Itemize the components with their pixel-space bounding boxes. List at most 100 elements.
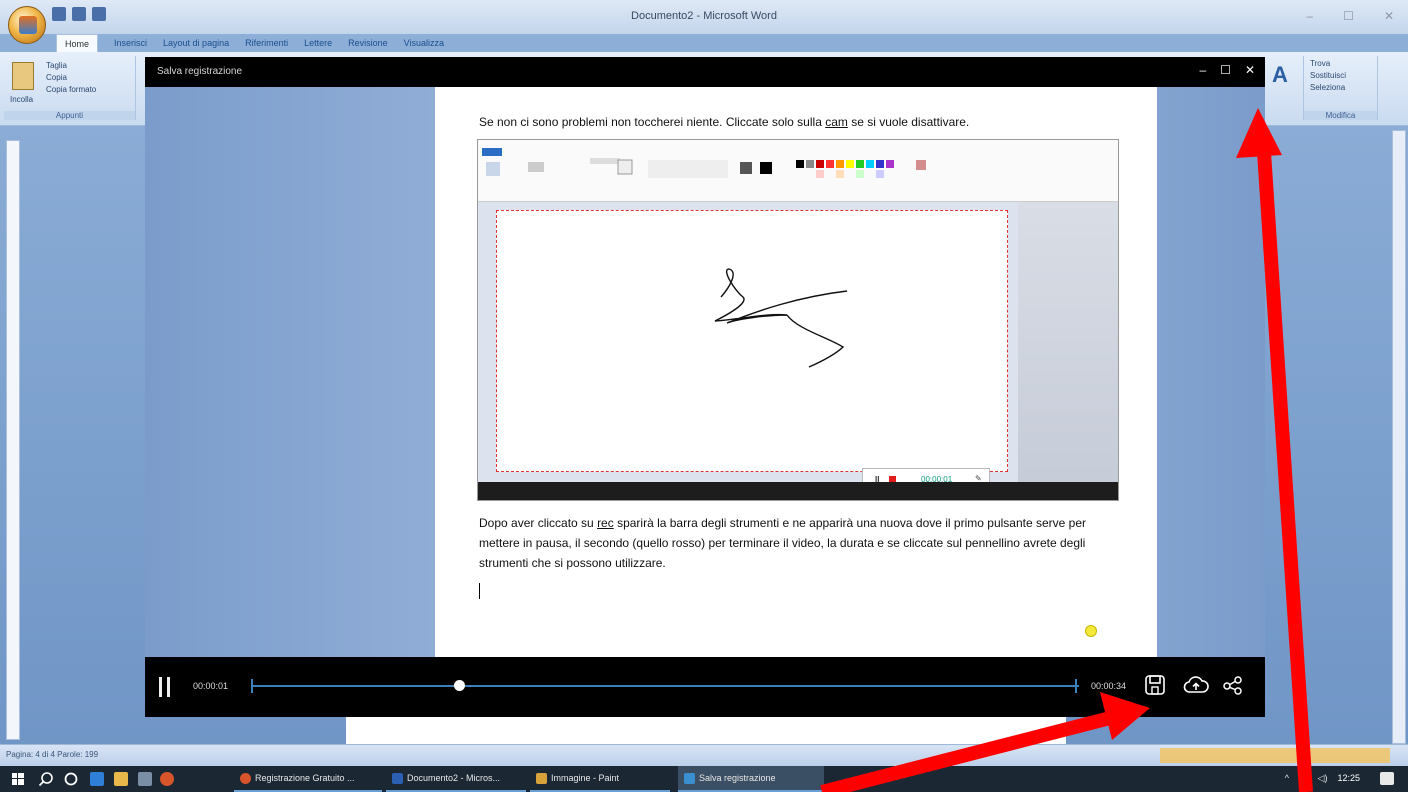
firefox-icon bbox=[240, 772, 251, 784]
app-label: Salva registrazione bbox=[699, 773, 776, 783]
close-button[interactable]: ✕ bbox=[1245, 63, 1255, 77]
trim-end-handle[interactable] bbox=[1075, 679, 1077, 693]
cut-button[interactable]: Taglia bbox=[46, 61, 67, 70]
tray-chevron-icon[interactable]: ^ bbox=[1285, 773, 1289, 784]
view-zoom-controls[interactable] bbox=[1160, 748, 1390, 763]
ribbon-tabs: Home Inserisci Layout di pagina Riferime… bbox=[52, 34, 444, 52]
minimize-button[interactable]: – bbox=[1199, 63, 1206, 77]
editing-group: Trova Sostituisci Seleziona Modifica bbox=[1304, 56, 1378, 120]
replace-button[interactable]: Sostituisci bbox=[1310, 71, 1371, 80]
text-cursor bbox=[479, 583, 480, 599]
paint-workspace bbox=[478, 202, 1118, 482]
search-icon[interactable] bbox=[38, 771, 54, 787]
cloud-upload-icon bbox=[1183, 676, 1209, 693]
firefox-icon[interactable] bbox=[160, 772, 174, 786]
paint-toolbar-icons bbox=[486, 158, 926, 178]
maximize-button[interactable]: ☐ bbox=[1343, 9, 1354, 23]
cam-word: cam bbox=[825, 115, 848, 129]
window-controls: – ☐ ✕ bbox=[1306, 9, 1394, 23]
task-view-icon[interactable] bbox=[64, 772, 78, 786]
paint-taskbar bbox=[478, 482, 1118, 500]
maximize-button[interactable]: ☐ bbox=[1220, 63, 1231, 77]
minimize-button[interactable]: – bbox=[1306, 9, 1313, 23]
select-button[interactable]: Seleziona bbox=[1310, 83, 1371, 92]
document-paragraph: Dopo aver cliccato su rec sparirà la bar… bbox=[479, 513, 1119, 573]
upload-button[interactable] bbox=[1183, 673, 1209, 697]
taskbar-app-word[interactable]: Documento2 - Micros... bbox=[386, 766, 526, 792]
app-label: Immagine - Paint bbox=[551, 773, 620, 783]
timeline-track[interactable] bbox=[253, 685, 1079, 687]
paste-label[interactable]: Incolla bbox=[10, 95, 33, 104]
video-preview: Se non ci sono problemi non toccherei ni… bbox=[145, 87, 1265, 657]
share-button[interactable] bbox=[1221, 673, 1245, 697]
rec-word: rec bbox=[597, 516, 614, 530]
word-icon bbox=[392, 772, 403, 784]
player-controls: 00:00:01 00:00:34 bbox=[145, 657, 1265, 717]
current-time: 00:00:01 bbox=[193, 681, 229, 691]
word-titlebar: Documento2 - Microsoft Word – ☐ ✕ bbox=[0, 0, 1408, 44]
app-label: Documento2 - Micros... bbox=[407, 773, 501, 783]
tab-view[interactable]: Visualizza bbox=[404, 34, 444, 52]
recording-title: Salva registrazione bbox=[157, 66, 243, 77]
tab-references[interactable]: Riferimenti bbox=[245, 34, 288, 52]
pause-bar bbox=[167, 677, 170, 697]
scribble-drawing bbox=[714, 268, 848, 368]
paint-screenshot: II 00:00:01 ✎ bbox=[477, 139, 1119, 501]
taskbar-app-registrazione[interactable]: Registrazione Gratuito ... bbox=[234, 766, 382, 792]
volume-icon[interactable]: ◁) bbox=[1318, 773, 1328, 784]
windows-start-icon[interactable] bbox=[12, 773, 24, 785]
styles-group: A bbox=[1266, 56, 1304, 120]
tab-home[interactable]: Home bbox=[56, 34, 99, 52]
pause-bar bbox=[159, 677, 162, 697]
copy-button[interactable]: Copia bbox=[46, 73, 67, 82]
file-explorer-icon[interactable] bbox=[114, 772, 128, 786]
recording-titlebar: Salva registrazione – ☐ ✕ bbox=[145, 57, 1265, 87]
paste-icon[interactable] bbox=[12, 62, 34, 90]
notification-icon[interactable] bbox=[1380, 772, 1394, 785]
save-icon bbox=[1145, 675, 1165, 695]
clock[interactable]: 12:25 bbox=[1337, 773, 1360, 784]
text: se si vuole disattivare. bbox=[847, 115, 970, 129]
app-label: Registrazione Gratuito ... bbox=[255, 773, 355, 783]
clipboard-group-label: Appunti bbox=[4, 111, 135, 120]
status-text: Pagina: 4 di 4 Parole: 199 bbox=[6, 750, 99, 759]
recorded-document-page: Se non ci sono problemi non toccherei ni… bbox=[435, 87, 1157, 657]
tab-page-layout[interactable]: Layout di pagina bbox=[163, 34, 229, 52]
save-button[interactable] bbox=[1143, 673, 1167, 697]
status-bar: Pagina: 4 di 4 Parole: 199 bbox=[0, 744, 1408, 766]
format-painter-button[interactable]: Copia formato bbox=[46, 85, 96, 94]
pause-button[interactable] bbox=[159, 677, 173, 697]
network-icon[interactable]: ▭ bbox=[1299, 773, 1308, 784]
paint-ribbon bbox=[478, 140, 1118, 202]
clipboard-group: Incolla Taglia Copia Copia formato Appun… bbox=[4, 56, 136, 120]
vertical-scrollbar[interactable] bbox=[1392, 130, 1406, 744]
system-tray: ^ ▭ ◁) 12:25 bbox=[1285, 773, 1360, 784]
edge-icon[interactable] bbox=[90, 772, 104, 786]
recording-window-controls: – ☐ ✕ bbox=[1199, 63, 1255, 77]
paint-icon bbox=[536, 772, 547, 784]
editing-group-label: Modifica bbox=[1304, 111, 1377, 120]
paint-side-panel bbox=[1018, 202, 1118, 482]
tab-review[interactable]: Revisione bbox=[348, 34, 388, 52]
change-styles-icon[interactable]: A bbox=[1272, 62, 1288, 88]
document-line: Se non ci sono problemi non toccherei ni… bbox=[479, 115, 969, 129]
share-icon bbox=[1223, 676, 1242, 695]
tab-mailings[interactable]: Lettere bbox=[304, 34, 332, 52]
taskbar-app-salva-registrazione[interactable]: Salva registrazione bbox=[678, 766, 824, 792]
store-icon[interactable] bbox=[138, 772, 152, 786]
taskbar-app-paint[interactable]: Immagine - Paint bbox=[530, 766, 670, 792]
text: Dopo aver cliccato su bbox=[479, 516, 598, 530]
mouse-highlight bbox=[1085, 625, 1097, 637]
document-page bbox=[346, 716, 1066, 744]
scrub-handle[interactable] bbox=[454, 680, 465, 691]
recorder-icon bbox=[684, 772, 695, 784]
window-title: Documento2 - Microsoft Word bbox=[631, 10, 777, 22]
paint-canvas bbox=[496, 210, 1008, 472]
windows-taskbar: Registrazione Gratuito ... Documento2 - … bbox=[0, 766, 1408, 792]
close-button[interactable]: ✕ bbox=[1384, 9, 1394, 23]
tab-insert[interactable]: Inserisci bbox=[114, 34, 147, 52]
find-button[interactable]: Trova bbox=[1310, 59, 1371, 68]
text: Se non ci sono problemi non toccherei ni… bbox=[479, 115, 826, 129]
vertical-ruler bbox=[6, 140, 20, 740]
total-time: 00:00:34 bbox=[1091, 681, 1127, 691]
